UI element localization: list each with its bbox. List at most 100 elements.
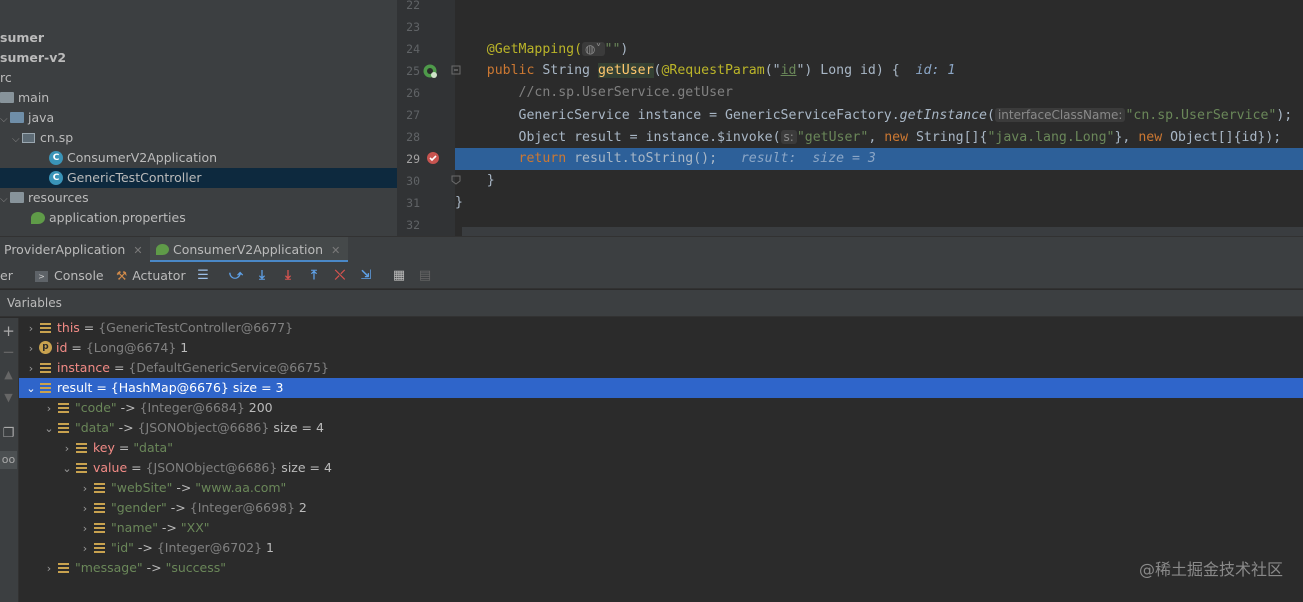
variable-row-key[interactable]: › key = "data": [19, 438, 1303, 458]
map-arrow: ->: [114, 420, 138, 435]
code-line-25[interactable]: public String getUser(@RequestParam("id"…: [455, 60, 1303, 82]
run-to-cursor-icon[interactable]: ⇲: [358, 268, 374, 284]
keyword: new: [884, 130, 909, 145]
tree-item-src[interactable]: rc: [0, 68, 397, 88]
add-icon[interactable]: +: [0, 322, 17, 340]
tab-debugger[interactable]: er: [0, 262, 13, 289]
variable-row-result[interactable]: ⌄ result = {HashMap@6676} size = 3: [19, 378, 1303, 398]
keyword: public: [486, 63, 535, 78]
trace-icon[interactable]: ▤: [417, 268, 433, 284]
tab-provider-application[interactable]: ProviderApplication ✕: [4, 237, 143, 263]
string-literal: "cn.sp.UserService": [1125, 108, 1277, 123]
code-line-26[interactable]: //cn.sp.UserService.getUser: [455, 82, 1303, 104]
spring-request-mapping-icon[interactable]: [422, 63, 438, 79]
chevron-right-icon[interactable]: ›: [42, 399, 56, 419]
code-text: (": [764, 63, 781, 78]
variable-row-id-entry[interactable]: › "id" -> {Integer@6702} 1: [19, 538, 1303, 558]
evaluate-expression-icon[interactable]: ▦: [391, 268, 407, 284]
variable-row-instance[interactable]: › instance = {DefaultGenericService@6675}: [19, 358, 1303, 378]
string-literal: "getUser": [796, 130, 869, 145]
variable-value: "data": [133, 440, 173, 455]
drop-frame-icon[interactable]: ⤬: [332, 268, 348, 284]
move-up-icon[interactable]: ▲: [0, 366, 17, 384]
map-arrow: ->: [142, 560, 166, 575]
web-icon[interactable]: ◍˅: [582, 42, 605, 56]
chevron-right-icon[interactable]: ›: [78, 519, 92, 539]
horizontal-scrollbar[interactable]: [462, 227, 1303, 236]
show-execution-point-icon[interactable]: ⤻: [228, 268, 244, 284]
chevron-down-icon[interactable]: ⌄: [42, 419, 56, 439]
code-line-31[interactable]: }: [455, 192, 1303, 214]
chevron-right-icon[interactable]: ›: [78, 479, 92, 499]
tree-item-controller[interactable]: C GenericTestController: [0, 168, 397, 188]
tree-item-java[interactable]: ⌵ java: [0, 108, 397, 128]
folder-icon: [0, 92, 14, 103]
chevron-down-icon[interactable]: ⌄: [60, 459, 74, 479]
chevron-right-icon[interactable]: ›: [24, 359, 38, 379]
variable-eq: =: [114, 440, 134, 455]
tree-item-main[interactable]: main: [0, 88, 397, 108]
tree-item-module-v2[interactable]: sumer-v2: [0, 48, 397, 68]
tree-item-properties[interactable]: application.properties: [0, 208, 397, 228]
tree-item-consumer-app[interactable]: C ConsumerV2Application: [0, 148, 397, 168]
tree-item-label: rc: [0, 70, 12, 85]
variable-eq: =: [79, 320, 99, 335]
variable-name: value: [93, 460, 128, 475]
tree-item-module[interactable]: sumer: [0, 28, 397, 48]
static-method: getInstance: [899, 108, 987, 123]
breakpoint-icon[interactable]: [425, 150, 441, 166]
code-line-30[interactable]: }: [455, 170, 1303, 192]
chevron-down-icon[interactable]: ⌵: [0, 190, 10, 210]
variable-row-gender[interactable]: › "gender" -> {Integer@6698} 2: [19, 498, 1303, 518]
chevron-right-icon[interactable]: ›: [24, 339, 38, 359]
tab-actuator[interactable]: ⚒ Actuator: [116, 262, 186, 289]
chevron-right-icon[interactable]: ›: [78, 499, 92, 519]
tree-item-resources[interactable]: ⌵ resources: [0, 188, 397, 208]
annotation: @RequestParam: [661, 63, 765, 78]
map-arrow: ->: [133, 540, 157, 555]
variable-row-data[interactable]: ⌄ "data" -> {JSONObject@6686} size = 4: [19, 418, 1303, 438]
chevron-down-icon[interactable]: ⌵: [0, 110, 10, 130]
chevron-down-icon[interactable]: ⌵: [12, 130, 22, 150]
chevron-right-icon[interactable]: ›: [60, 439, 74, 459]
variable-row-id[interactable]: › p id = {Long@6674} 1: [19, 338, 1303, 358]
field-icon: [94, 542, 105, 553]
variable-name: this: [57, 320, 80, 335]
step-out-icon[interactable]: ⤒: [306, 268, 322, 284]
tab-console[interactable]: > Console: [35, 262, 104, 289]
tab-consumer-v2-application[interactable]: ConsumerV2Application ✕: [150, 237, 349, 263]
field-icon: [40, 382, 51, 393]
variable-row-website[interactable]: › "webSite" -> "www.aa.com": [19, 478, 1303, 498]
variable-row-name[interactable]: › "name" -> "XX": [19, 518, 1303, 538]
code-line-27[interactable]: GenericService instance = GenericService…: [455, 104, 1303, 126]
variable-value: {Integer@6698}: [189, 500, 295, 515]
parameter-hint: interfaceClassName:: [994, 108, 1126, 122]
folder-icon: [10, 112, 24, 123]
code-line-28[interactable]: Object result = instance.$invoke(s: "getU…: [455, 126, 1303, 148]
close-icon[interactable]: ✕: [331, 244, 340, 257]
chevron-right-icon[interactable]: ›: [24, 319, 38, 339]
code-line-29-current[interactable]: return result.toString(); result: size =…: [455, 148, 1303, 170]
copy-icon[interactable]: ❐: [0, 425, 17, 443]
variable-eq: =: [127, 460, 146, 475]
annotation: @GetMapping(: [486, 42, 583, 57]
tree-item-label: sumer: [0, 30, 45, 45]
menu-icon[interactable]: ☰: [195, 268, 211, 284]
variable-value: {DefaultGenericService@6675}: [128, 360, 329, 375]
step-into-icon[interactable]: ⤓: [280, 268, 296, 284]
variable-row-this[interactable]: › this = {GenericTestController@6677}: [19, 318, 1303, 338]
close-icon[interactable]: ✕: [133, 244, 142, 257]
chevron-right-icon[interactable]: ›: [78, 539, 92, 559]
view-options-icon[interactable]: oo: [0, 451, 17, 469]
tree-item-package[interactable]: ⌵ cn.sp: [0, 128, 397, 148]
code-line-24[interactable]: @GetMapping(◍˅ ""): [455, 38, 1303, 60]
variable-row-code[interactable]: › "code" -> {Integer@6684} 200: [19, 398, 1303, 418]
remove-icon[interactable]: −: [0, 343, 17, 361]
step-over-icon[interactable]: ⤓: [254, 268, 270, 284]
variable-row-value[interactable]: ⌄ value = {JSONObject@6686} size = 4: [19, 458, 1303, 478]
chevron-down-icon[interactable]: ⌄: [24, 379, 38, 399]
variable-row-message[interactable]: › "message" -> "success": [19, 558, 1303, 578]
move-down-icon[interactable]: ▼: [0, 389, 17, 407]
chevron-right-icon[interactable]: ›: [42, 559, 56, 579]
variable-value: {GenericTestController@6677}: [98, 320, 294, 335]
